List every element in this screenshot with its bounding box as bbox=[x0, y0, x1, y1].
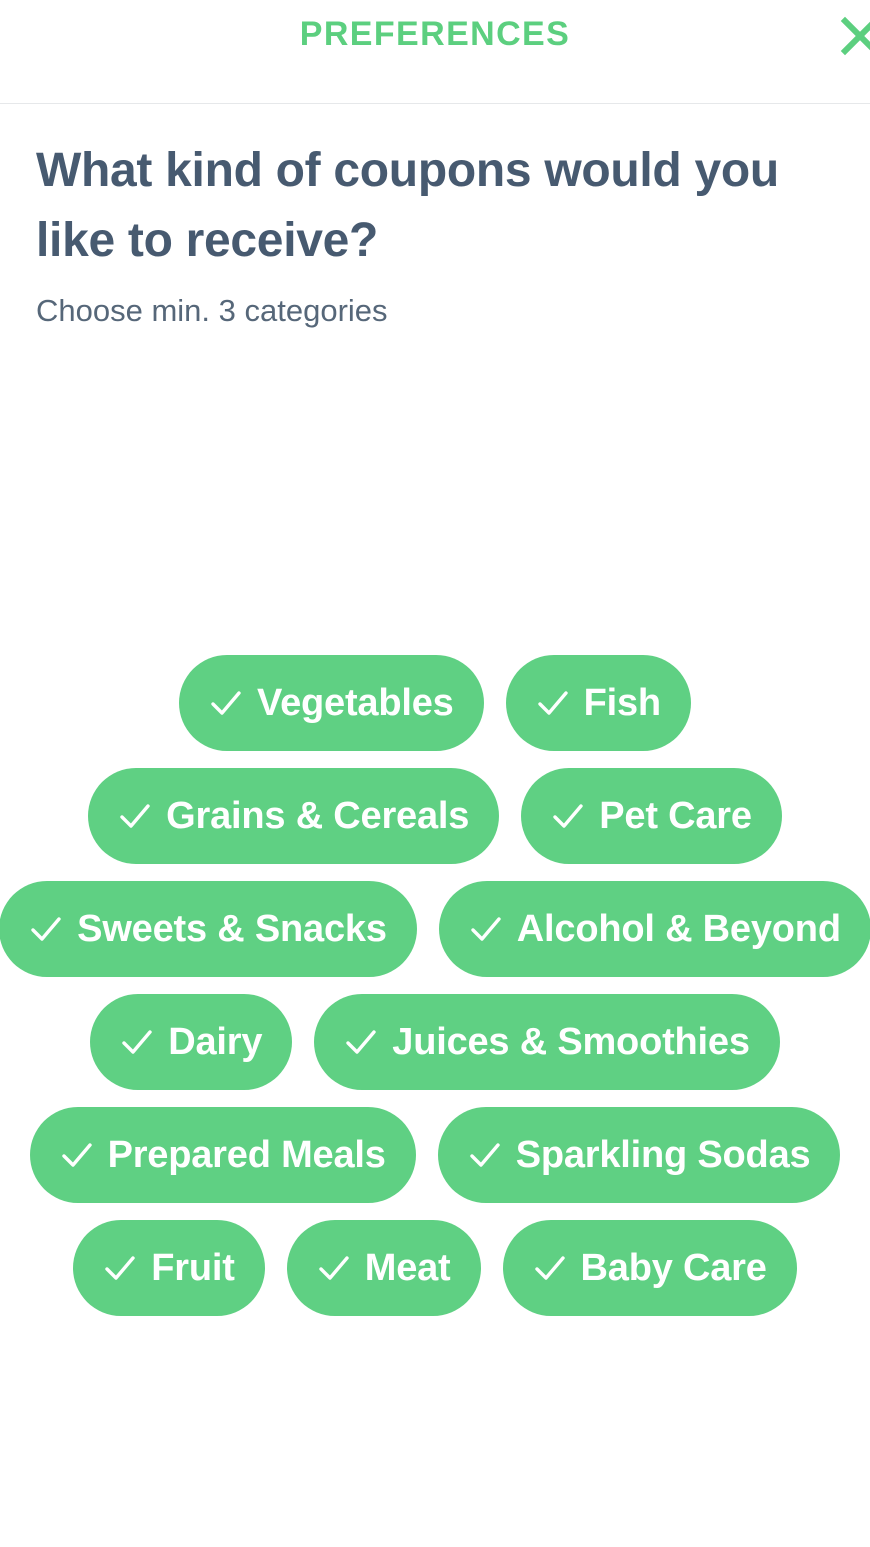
chip-row: Sweets & Snacks Alcohol & Beyond bbox=[0, 881, 870, 977]
checkmark-icon bbox=[469, 912, 503, 946]
category-chip[interactable]: Vegetables bbox=[179, 655, 484, 751]
checkmark-icon bbox=[209, 686, 243, 720]
category-chip[interactable]: Grains & Cereals bbox=[88, 768, 500, 864]
category-chip-label: Grains & Cereals bbox=[166, 795, 470, 837]
preferences-modal: PREFERENCES What kind of coupons would y… bbox=[0, 0, 870, 1547]
close-button[interactable] bbox=[832, 8, 870, 64]
category-chip[interactable]: Pet Care bbox=[521, 768, 782, 864]
checkmark-icon bbox=[103, 1251, 137, 1285]
checkmark-icon bbox=[120, 1025, 154, 1059]
category-chip-label: Baby Care bbox=[580, 1247, 767, 1289]
modal-header: PREFERENCES bbox=[0, 0, 870, 104]
category-chip[interactable]: Dairy bbox=[90, 994, 293, 1090]
checkmark-icon bbox=[551, 799, 585, 833]
checkmark-icon bbox=[118, 799, 152, 833]
category-chip[interactable]: Juices & Smoothies bbox=[314, 994, 780, 1090]
category-chip[interactable]: Fruit bbox=[73, 1220, 265, 1316]
chip-row: Dairy Juices & Smoothies bbox=[0, 994, 870, 1090]
category-chip-label: Prepared Meals bbox=[107, 1134, 386, 1176]
category-chip-label: Dairy bbox=[168, 1021, 263, 1063]
close-x-icon bbox=[832, 8, 870, 64]
chip-row: Grains & Cereals Pet Care bbox=[0, 768, 870, 864]
category-chip[interactable]: Meat bbox=[286, 1220, 481, 1316]
chip-row: Vegetables Fish bbox=[0, 655, 870, 751]
category-chip-label: Fish bbox=[583, 682, 662, 724]
checkmark-icon bbox=[29, 912, 63, 946]
category-chip[interactable]: Fish bbox=[505, 655, 691, 751]
page-title: PREFERENCES bbox=[299, 15, 571, 53]
checkmark-icon bbox=[317, 1251, 351, 1285]
checkmark-icon bbox=[533, 1251, 567, 1285]
category-chip-label: Meat bbox=[364, 1247, 451, 1289]
chip-row: Prepared Meals Sparkling Sodas bbox=[0, 1107, 870, 1203]
category-chip-label: Vegetables bbox=[257, 682, 454, 724]
category-chip[interactable]: Baby Care bbox=[502, 1220, 797, 1316]
question-heading: What kind of coupons would you like to r… bbox=[36, 144, 779, 268]
category-chip[interactable]: Prepared Meals bbox=[29, 1107, 416, 1203]
checkmark-icon bbox=[60, 1138, 94, 1172]
intro-section: What kind of coupons would you like to r… bbox=[0, 104, 870, 329]
category-chip[interactable]: Sweets & Snacks bbox=[0, 881, 417, 977]
category-chip-grid: Vegetables Fish Grains & Cereals Pet Care Sw… bbox=[0, 655, 870, 1335]
checkmark-icon bbox=[344, 1025, 378, 1059]
checkmark-icon bbox=[536, 686, 570, 720]
chip-row: Fruit Meat Baby Care bbox=[0, 1220, 870, 1316]
category-chip-label: Sweets & Snacks bbox=[77, 908, 387, 950]
category-chip[interactable]: Sparkling Sodas bbox=[437, 1107, 841, 1203]
category-chip-label: Alcohol & Beyond bbox=[516, 908, 841, 950]
category-chip-label: Fruit bbox=[151, 1247, 235, 1289]
category-chip-label: Sparkling Sodas bbox=[515, 1134, 811, 1176]
category-chip-label: Pet Care bbox=[599, 795, 752, 837]
category-chip[interactable]: Alcohol & Beyond bbox=[438, 881, 870, 977]
checkmark-icon bbox=[468, 1138, 502, 1172]
question-subtitle: Choose min. 3 categories bbox=[36, 293, 388, 329]
category-chip-label: Juices & Smoothies bbox=[392, 1021, 750, 1063]
